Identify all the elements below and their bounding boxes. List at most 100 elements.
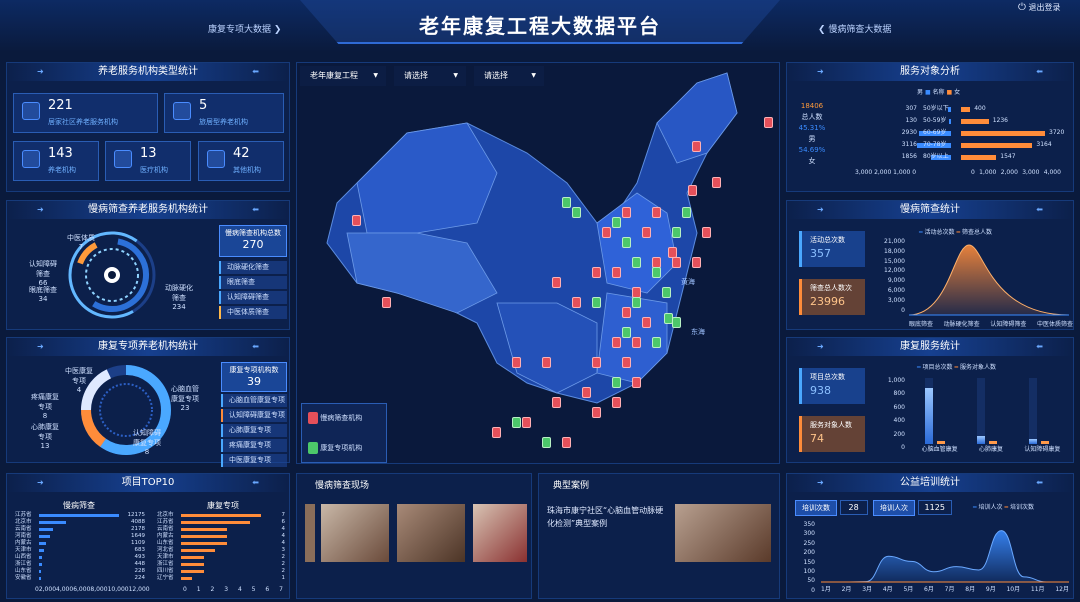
- tick-label: 4,000: [56, 586, 74, 593]
- nav-screening-bigdata[interactable]: ❮ 慢病筛查大数据: [818, 22, 891, 35]
- stat-card[interactable]: 42 其他机构: [198, 141, 284, 181]
- marker-screening[interactable]: [592, 407, 601, 418]
- marker-rehab[interactable]: [632, 257, 641, 268]
- marker-screening[interactable]: [652, 207, 661, 218]
- service-row[interactable]: 3116 70-78岁 3164: [837, 139, 1069, 151]
- marker-screening[interactable]: [352, 215, 361, 226]
- filter-select-1[interactable]: 请选择: [394, 66, 466, 86]
- marker-screening[interactable]: [642, 317, 651, 328]
- marker-rehab[interactable]: [512, 417, 521, 428]
- marker-rehab[interactable]: [542, 437, 551, 448]
- filter-select-2[interactable]: 请选择: [474, 66, 544, 86]
- marker-screening[interactable]: [592, 357, 601, 368]
- marker-screening[interactable]: [702, 227, 711, 238]
- top10-name: 山西省: [15, 554, 32, 560]
- marker-screening[interactable]: [642, 227, 651, 238]
- marker-screening[interactable]: [622, 307, 631, 318]
- marker-screening[interactable]: [672, 257, 681, 268]
- marker-screening[interactable]: [522, 417, 531, 428]
- marker-screening[interactable]: [692, 141, 701, 152]
- top10-row[interactable]: 云南省 4: [157, 526, 285, 533]
- top10-row[interactable]: 内蒙古 4: [157, 533, 285, 540]
- marker-screening[interactable]: [612, 267, 621, 278]
- marker-rehab[interactable]: [612, 377, 621, 388]
- service-row[interactable]: 2930 60-69岁 3720: [837, 127, 1069, 139]
- service-row[interactable]: 1856 80岁以上 1547: [837, 151, 1069, 163]
- marker-screening[interactable]: [712, 177, 721, 188]
- filter-project-select[interactable]: 老年康复工程: [300, 66, 386, 86]
- case-photo[interactable]: [675, 504, 771, 562]
- marker-rehab[interactable]: [622, 327, 631, 338]
- screening-x-axis: 眼底筛查 动脉硬化筛查 认知障碍筛查 中医体质筛查: [909, 319, 1073, 328]
- nav-rehab-bigdata[interactable]: 康复专项大数据 ❯: [208, 22, 281, 35]
- marker-rehab[interactable]: [562, 197, 571, 208]
- top10-row[interactable]: 安徽省 224: [15, 575, 145, 582]
- top10-row[interactable]: 浙江省 448: [15, 561, 145, 568]
- marker-rehab[interactable]: [672, 317, 681, 328]
- top10-row[interactable]: 云南省 2178: [15, 526, 145, 533]
- top10-row[interactable]: 江苏省 6: [157, 519, 285, 526]
- marker-screening[interactable]: [562, 437, 571, 448]
- marker-screening[interactable]: [382, 297, 391, 308]
- top10-row[interactable]: 山东省 228: [15, 568, 145, 575]
- marker-rehab[interactable]: [652, 337, 661, 348]
- top10-row[interactable]: 江苏省 12175: [15, 512, 145, 519]
- marker-rehab[interactable]: [632, 297, 641, 308]
- marker-screening[interactable]: [552, 277, 561, 288]
- case-text[interactable]: 珠海市康宁社区“心脑血管动脉硬化检测”典型案例: [547, 504, 671, 530]
- marker-rehab[interactable]: [572, 207, 581, 218]
- top10-row[interactable]: 浙江省 2: [157, 561, 285, 568]
- logout-button[interactable]: ⏻ 退出登录: [1018, 2, 1060, 13]
- top10-row[interactable]: 四川省 2: [157, 568, 285, 575]
- top10-row[interactable]: 山西省 493: [15, 554, 145, 561]
- top10-row[interactable]: 天津市 683: [15, 547, 145, 554]
- top10-row[interactable]: 北京市 4088: [15, 519, 145, 526]
- stat-card[interactable]: 143 养老机构: [13, 141, 99, 181]
- marker-screening[interactable]: [602, 227, 611, 238]
- marker-rehab[interactable]: [662, 287, 671, 298]
- marker-screening[interactable]: [512, 357, 521, 368]
- marker-screening[interactable]: [612, 397, 621, 408]
- marker-rehab[interactable]: [612, 217, 621, 228]
- top10-row[interactable]: 北京市 7: [157, 512, 285, 519]
- marker-rehab[interactable]: [622, 237, 631, 248]
- project-bar[interactable]: [925, 387, 933, 444]
- scene-photo[interactable]: [473, 504, 527, 562]
- scene-photo[interactable]: [397, 504, 465, 562]
- marker-screening[interactable]: [542, 357, 551, 368]
- top10-row[interactable]: 辽宁省 1: [157, 575, 285, 582]
- stat-card[interactable]: 5 旅居型养老机构: [164, 93, 284, 133]
- marker-screening[interactable]: [582, 387, 591, 398]
- top10-row[interactable]: 河南省 1649: [15, 533, 145, 540]
- marker-screening[interactable]: [622, 207, 631, 218]
- marker-screening[interactable]: [692, 257, 701, 268]
- marker-screening[interactable]: [688, 185, 697, 196]
- project-bar[interactable]: [977, 436, 985, 444]
- marker-rehab[interactable]: [682, 207, 691, 218]
- service-row[interactable]: 130 50-59岁 1236: [837, 115, 1069, 127]
- marker-screening[interactable]: [592, 267, 601, 278]
- marker-screening[interactable]: [572, 297, 581, 308]
- scene-photo[interactable]: [305, 504, 315, 562]
- marker-rehab[interactable]: [672, 227, 681, 238]
- marker-screening[interactable]: [612, 337, 621, 348]
- legend-rehab[interactable]: 康复专项机构: [308, 442, 362, 454]
- marker-screening[interactable]: [764, 117, 773, 128]
- stat-card[interactable]: 13 医疗机构: [105, 141, 191, 181]
- service-row[interactable]: 307 50岁以下 400: [837, 103, 1069, 115]
- stat-card[interactable]: 221 居家社区养老服务机构: [13, 93, 158, 133]
- marker-screening[interactable]: [632, 377, 641, 388]
- marker-screening[interactable]: [632, 337, 641, 348]
- marker-screening[interactable]: [492, 427, 501, 438]
- top10-row[interactable]: 内蒙古 1109: [15, 540, 145, 547]
- legend-screening[interactable]: 慢病筛查机构: [308, 412, 362, 424]
- marker-screening[interactable]: [622, 357, 631, 368]
- marker-screening[interactable]: [552, 397, 561, 408]
- top10-row[interactable]: 天津市 2: [157, 554, 285, 561]
- top10-row[interactable]: 河北省 3: [157, 547, 285, 554]
- marker-rehab[interactable]: [652, 267, 661, 278]
- scene-photo[interactable]: [321, 504, 389, 562]
- top10-row[interactable]: 山东省 4: [157, 540, 285, 547]
- marker-screening[interactable]: [668, 247, 677, 258]
- marker-rehab[interactable]: [592, 297, 601, 308]
